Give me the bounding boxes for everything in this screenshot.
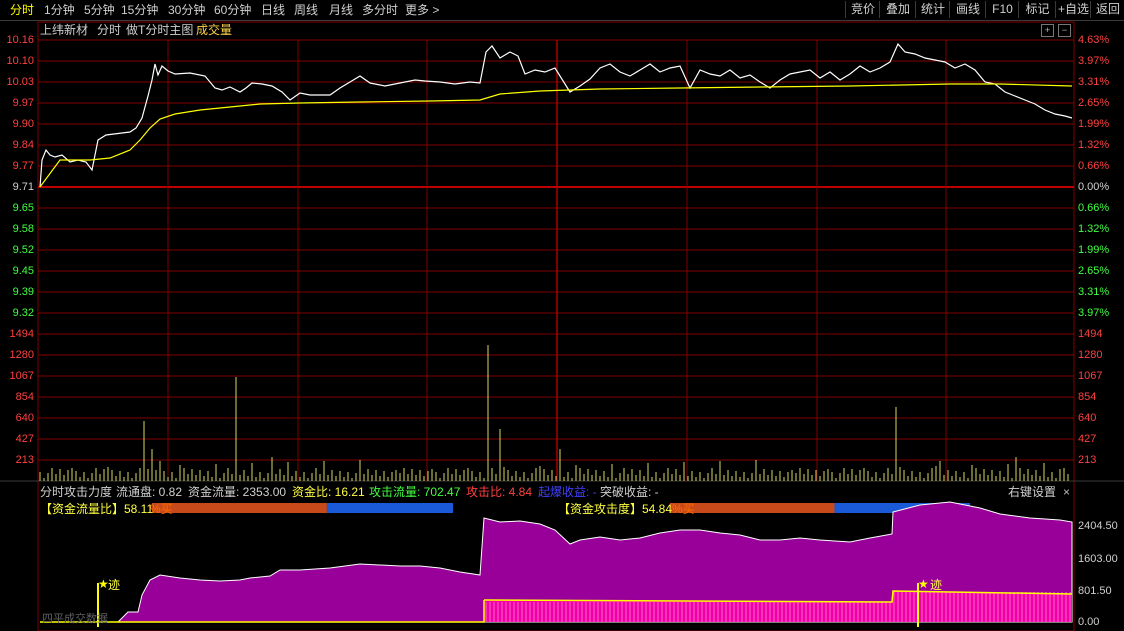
volume-label-right: 1494: [1078, 328, 1103, 340]
flow-ratio-label: 【资金流量比】58.11: [40, 502, 154, 516]
price-label-left: 9.39: [12, 286, 34, 298]
price-label-left: 9.97: [12, 97, 34, 109]
indicator-item: 流通盘: 0.82: [116, 485, 183, 499]
volume-label-left: 854: [15, 391, 34, 403]
volume-label-right: 854: [1078, 391, 1097, 403]
volume-label-left: 1067: [9, 370, 34, 382]
indicator-axis-label: 1603.00: [1078, 553, 1118, 565]
price-label-right: 2.65%: [1078, 265, 1110, 277]
attack-buy-bar: [670, 503, 835, 513]
intraday-chart[interactable]: ★ ★: [0, 0, 1124, 631]
attack-suffix: %买: [672, 502, 695, 516]
price-label-left: 9.71: [12, 181, 34, 193]
marker-text-1: 迹: [108, 578, 121, 592]
volume-label-right: 427: [1078, 433, 1097, 445]
price-label-right: 3.97%: [1078, 307, 1110, 319]
price-label-right: 2.65%: [1078, 97, 1110, 109]
volume-label-right: 213: [1078, 454, 1097, 466]
indicator-item: 资金比: 16.21: [292, 485, 365, 499]
volume-label-right: 1280: [1078, 349, 1103, 361]
avg-price-line: [39, 83, 1073, 188]
indicator-item: 突破收益: -: [600, 485, 659, 499]
price-label-right: 0.00%: [1078, 181, 1110, 193]
star-icon: ★: [918, 577, 929, 591]
price-label-right: 3.31%: [1078, 76, 1110, 88]
price-label-left: 9.52: [12, 244, 34, 256]
settings-link[interactable]: 右键设置: [1008, 485, 1056, 499]
price-label-left: 9.84: [12, 139, 34, 151]
volume-label-left: 213: [15, 454, 34, 466]
indicator-axis-label: 0.00: [1078, 616, 1100, 628]
attack-label: 【资金攻击度】54.84: [558, 502, 673, 516]
volume-label-right: 1067: [1078, 370, 1103, 382]
volume-label-left: 640: [15, 412, 34, 424]
volume-label-left: 427: [15, 433, 34, 445]
price-label-left: 9.65: [12, 202, 34, 214]
price-label-right: 1.99%: [1078, 244, 1110, 256]
price-label-left: 10.10: [6, 55, 34, 67]
price-label-right: 3.31%: [1078, 286, 1110, 298]
price-label-left: 9.90: [12, 118, 34, 130]
indicator-item: 攻击比: 4.84: [466, 485, 533, 499]
flow-ratio-sell-bar: [326, 503, 453, 513]
flow-ratio-buy-bar: [152, 503, 327, 513]
marker-text-2: 迹: [930, 578, 943, 592]
price-label-right: 0.66%: [1078, 202, 1110, 214]
indicator-item: 攻击流量: 702.47: [369, 485, 461, 499]
price-label-left: 9.58: [12, 223, 34, 235]
price-label-left: 9.77: [12, 160, 34, 172]
flow-ratio-suffix: %买: [150, 502, 173, 516]
price-label-right: 4.63%: [1078, 34, 1110, 46]
close-icon[interactable]: ×: [1063, 485, 1070, 499]
price-label-right: 1.99%: [1078, 118, 1110, 130]
volume-label-left: 1494: [9, 328, 34, 340]
price-label-right: 0.66%: [1078, 160, 1110, 172]
bottom-text: 四平成交数据: [42, 613, 108, 625]
indicator-item: 起爆收益: -: [538, 485, 597, 499]
indicator-panel-title: 分时攻击力度: [40, 485, 113, 499]
volume-label-left: 1280: [9, 349, 34, 361]
volume-label-right: 640: [1078, 412, 1097, 424]
price-label-left: 9.32: [12, 307, 34, 319]
price-label-left: 10.03: [6, 76, 34, 88]
price-label-left: 10.16: [6, 34, 34, 46]
price-label-right: 1.32%: [1078, 223, 1110, 235]
indicator-axis-label: 801.50: [1078, 585, 1112, 597]
indicator-item: 资金流量: 2353.00: [188, 485, 287, 499]
price-label-right: 3.97%: [1078, 55, 1110, 67]
indicator-axis-label: 2404.50: [1078, 520, 1118, 532]
price-label-left: 9.45: [12, 265, 34, 277]
price-label-right: 1.32%: [1078, 139, 1110, 151]
